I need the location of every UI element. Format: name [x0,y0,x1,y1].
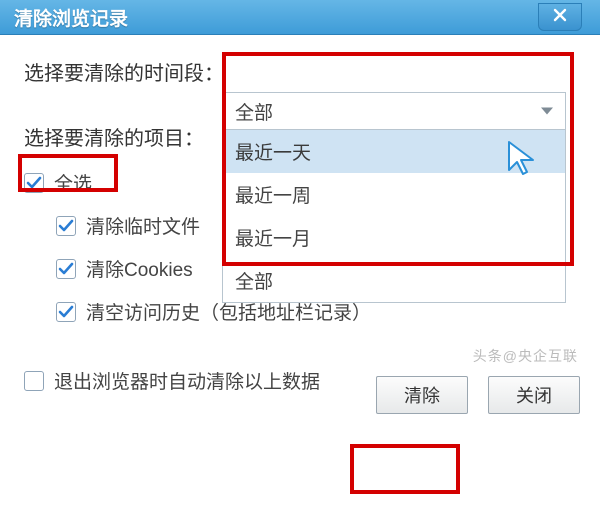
combo-option-label: 全部 [235,272,273,293]
combo-option-recent-week[interactable]: 最近一周 [223,173,565,216]
checkbox-box [24,371,44,391]
dialog-window: 清除浏览记录 选择要清除的时间段： 选择要清除的项目： 全选 清除临时文件 [0,0,600,428]
dialog-body: 选择要清除的时间段： 选择要清除的项目： 全选 清除临时文件 清除Cookies [0,35,600,428]
clear-button[interactable]: 清除 [376,376,468,414]
close-icon [553,6,567,28]
checkbox-box [56,216,76,236]
annotation-highlight [350,444,460,494]
dialog-title: 清除浏览记录 [14,4,128,31]
checkbox-box [56,302,76,322]
cursor-icon [505,140,537,172]
close-dialog-button[interactable]: 关闭 [488,376,580,414]
combo-option-recent-month[interactable]: 最近一月 [223,216,565,259]
combo-selected-label: 全部 [235,98,273,125]
checkbox-label: 退出浏览器时自动清除以上数据 [54,367,320,394]
chevron-down-icon [541,108,553,115]
combo-dropdown: 最近一天 最近一周 最近一月 全部 [222,130,566,303]
checkbox-label: 清除Cookies [86,255,193,282]
checkbox-label: 清除临时文件 [86,212,200,239]
footer-buttons: 清除 关闭 [376,376,580,414]
time-range-combo: 全部 最近一天 最近一周 最近一月 全部 [222,92,566,303]
close-button[interactable] [538,3,582,31]
combo-option-label: 最近一月 [235,229,311,250]
time-range-label: 选择要清除的时间段： [24,57,576,86]
watermark: 头条@央企互联 [473,346,578,366]
combo-option-recent-day[interactable]: 最近一天 [223,130,565,173]
button-label: 关闭 [516,382,552,408]
combo-selected[interactable]: 全部 [222,92,566,130]
combo-option-label: 最近一周 [235,186,311,207]
checkbox-box [56,259,76,279]
combo-option-label: 最近一天 [235,143,311,164]
titlebar: 清除浏览记录 [0,0,600,35]
button-label: 清除 [404,382,440,408]
checkbox-label: 全选 [54,169,92,196]
checkbox-box [24,173,44,193]
combo-option-all[interactable]: 全部 [223,259,565,302]
